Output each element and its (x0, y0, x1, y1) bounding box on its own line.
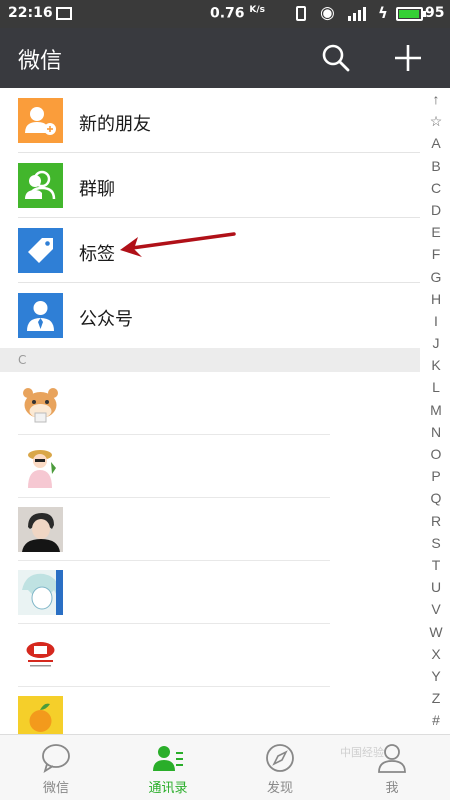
contact-row[interactable] (0, 498, 420, 561)
index-letter[interactable]: F (424, 243, 448, 265)
index-letter[interactable]: M (424, 399, 448, 421)
contact-row[interactable] (0, 624, 420, 687)
contact-list (0, 372, 420, 750)
index-letter[interactable]: J (424, 332, 448, 354)
signal-icon (348, 7, 370, 21)
battery-percent: 95 (425, 5, 445, 21)
tab-chats[interactable]: 微信 (0, 735, 112, 800)
menu-item-official-accounts[interactable]: 公众号 (0, 283, 420, 348)
index-letter[interactable]: Q (424, 487, 448, 509)
index-letter[interactable]: ☆ (424, 110, 448, 132)
annotation-arrow (120, 232, 236, 257)
notification-icon (56, 7, 72, 20)
status-bar: 22:16 0.76 K/s ◉ ϟ 95 (0, 0, 450, 28)
menu-item-label: 群聊 (79, 179, 115, 200)
tab-contacts[interactable]: 通讯录 (112, 735, 224, 800)
index-letter[interactable]: Z (424, 687, 448, 709)
app-bar: 微信 (0, 28, 450, 88)
wifi-icon: ◉ (320, 3, 335, 23)
index-letter[interactable]: I (424, 310, 448, 332)
contact-row[interactable] (0, 561, 420, 624)
network-speed: 0.76 K/s (210, 5, 266, 22)
tag-icon (18, 228, 63, 273)
index-letter[interactable]: B (424, 155, 448, 177)
index-letter[interactable]: L (424, 376, 448, 398)
index-letter[interactable]: ↑ (424, 88, 448, 110)
contacts-icon (153, 746, 183, 771)
index-letter[interactable]: P (424, 465, 448, 487)
index-letter[interactable]: K (424, 354, 448, 376)
anime-avatar (18, 570, 63, 615)
index-letter[interactable]: G (424, 266, 448, 288)
compass-icon (266, 744, 294, 772)
index-letter[interactable]: # (424, 709, 448, 731)
index-letter[interactable]: N (424, 421, 448, 443)
index-letter[interactable]: A (424, 132, 448, 154)
add-friend-icon (18, 98, 63, 143)
cz-logo-avatar (18, 633, 63, 678)
page-title: 微信 (18, 49, 63, 74)
contacts-menu-list: 新的朋友 群聊 标签 公众号 (0, 88, 420, 348)
index-letter[interactable]: E (424, 221, 448, 243)
search-icon[interactable] (320, 42, 352, 74)
menu-item-label: 标签 (79, 244, 115, 265)
hamster-avatar (18, 381, 63, 426)
index-letter[interactable]: D (424, 199, 448, 221)
index-letter[interactable]: R (424, 510, 448, 532)
index-letter[interactable]: O (424, 443, 448, 465)
group-chat-icon (18, 163, 63, 208)
tab-discover[interactable]: 发现 (224, 735, 336, 800)
index-letter[interactable]: U (424, 576, 448, 598)
contact-row[interactable] (0, 435, 420, 498)
index-letter[interactable]: T (424, 554, 448, 576)
girl-hat-avatar (18, 444, 63, 489)
contact-row[interactable] (0, 372, 420, 435)
menu-item-group-chats[interactable]: 群聊 (0, 153, 420, 218)
section-header: C (0, 348, 420, 372)
charging-icon: ϟ (378, 4, 388, 22)
menu-item-label: 公众号 (79, 309, 133, 330)
chat-bubble-icon (42, 744, 70, 773)
index-letter[interactable]: S (424, 532, 448, 554)
official-account-icon (18, 293, 63, 338)
menu-item-label: 新的朋友 (79, 114, 151, 135)
status-time: 22:16 (8, 5, 53, 21)
index-letter[interactable]: H (424, 288, 448, 310)
vibrate-icon (296, 6, 306, 21)
boy-photo-avatar (18, 507, 63, 552)
index-letter[interactable]: C (424, 177, 448, 199)
watermark: 中国经验 (340, 746, 384, 759)
menu-item-new-friends[interactable]: 新的朋友 (0, 88, 420, 153)
index-letter[interactable]: X (424, 643, 448, 665)
index-letter[interactable]: Y (424, 665, 448, 687)
plus-icon[interactable] (391, 41, 425, 75)
alphabet-index[interactable]: ↑ ☆ A B C D E F G H I J K L M N O P Q R S T U V W X Y Z # (424, 88, 448, 734)
index-letter[interactable]: V (424, 598, 448, 620)
index-letter[interactable]: W (424, 621, 448, 643)
battery-icon (396, 7, 426, 21)
